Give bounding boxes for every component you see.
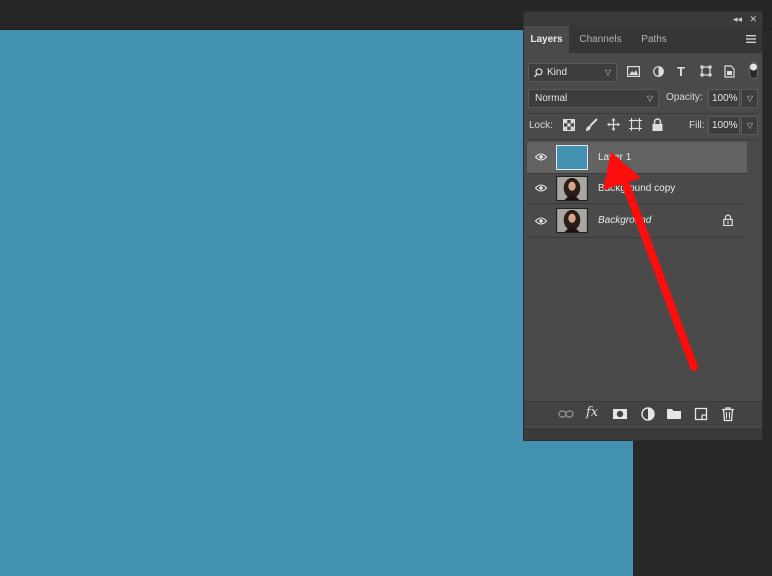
panel-collapse-bar: ◂◂ ✕ [524,12,762,26]
visibility-eye-icon[interactable] [535,153,547,161]
visibility-eye-icon[interactable] [535,217,547,225]
fill-dropdown-button[interactable]: ▽ [741,116,758,135]
layers-panel: ◂◂ ✕ Layers Channels Paths Kind ▽ T Norm… [523,11,763,441]
adjustment-icon[interactable] [640,406,656,422]
search-icon [534,68,543,78]
fx-icon[interactable]: fx [586,405,598,420]
fill-label: Fill: [689,120,705,131]
layer-row-background-copy[interactable]: Background copy [527,174,747,204]
adjustment-filter-icon[interactable] [653,66,664,77]
portrait-thumbnail [556,208,588,233]
link-icon[interactable] [558,406,574,422]
filter-kind-dropdown[interactable]: Kind ▽ [528,63,617,82]
folder-icon[interactable] [666,406,682,422]
layer-row-background[interactable]: Background [527,204,747,238]
divider [528,113,758,114]
opacity-input[interactable]: 100% [708,89,740,108]
chevron-down-icon: ▽ [746,94,753,103]
shape-filter-icon[interactable] [700,65,712,77]
opacity-dropdown-button[interactable]: ▽ [741,89,758,108]
layer-name[interactable]: Layer 1 [598,142,631,174]
layer-name[interactable]: Background copy [598,174,675,204]
smart-object-filter-icon[interactable] [724,65,735,78]
type-filter-icon[interactable]: T [677,64,685,79]
tab-paths[interactable]: Paths [632,26,676,53]
lock-image-pixels-icon[interactable] [585,118,598,132]
lock-artboard-icon[interactable] [629,118,642,131]
lock-all-icon[interactable] [652,118,663,131]
blend-mode-value: Normal [535,93,568,104]
layer-name[interactable]: Background [598,204,651,238]
lock-icon [723,214,733,226]
fill-input[interactable]: 100% [708,116,740,135]
lock-label: Lock: [529,120,553,131]
filter-kind-label: Kind [547,67,568,78]
layer-thumbnail [556,145,588,170]
close-panel-icon[interactable]: ✕ [749,12,757,26]
tab-layers[interactable]: Layers [524,26,569,53]
blend-mode-dropdown[interactable]: Normal ▽ [528,89,659,108]
collapse-panels-icon[interactable]: ◂◂ [733,12,742,26]
panel-tab-bar: Layers Channels Paths [524,26,762,53]
layer-row-layer-1[interactable]: Layer 1 [527,142,747,174]
mask-icon[interactable] [612,406,628,422]
chevron-down-icon: ▽ [604,68,611,77]
opacity-label: Opacity: [666,92,703,103]
pixel-filter-icon[interactable] [627,66,640,77]
chevron-down-icon: ▽ [646,94,653,103]
portrait-thumbnail [556,176,588,201]
new-layer-icon[interactable] [693,406,709,422]
chevron-down-icon: ▽ [746,121,753,130]
filter-toggle-switch[interactable] [749,62,758,79]
lock-position-icon[interactable] [607,118,620,131]
panel-resize-strip[interactable] [524,428,762,440]
divider [528,139,758,140]
panel-menu-icon[interactable] [746,34,756,44]
trash-icon[interactable] [720,406,736,422]
lock-transparent-pixels-icon[interactable] [563,119,575,131]
tab-channels[interactable]: Channels [570,26,631,53]
visibility-eye-icon[interactable] [535,184,547,192]
fill-value: 100% [712,120,738,131]
layers-bottom-toolbar: fx [524,401,762,426]
opacity-value: 100% [712,93,738,104]
